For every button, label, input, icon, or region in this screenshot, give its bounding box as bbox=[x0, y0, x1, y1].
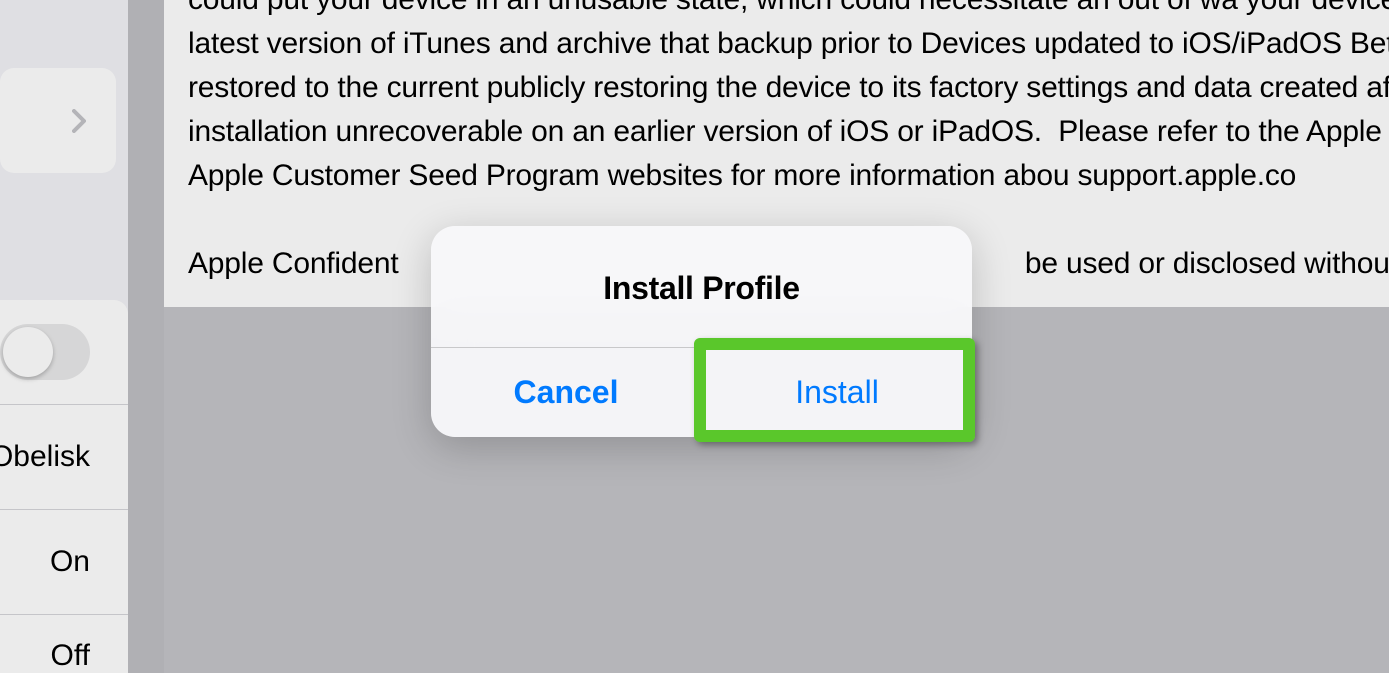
sidebar-toggle-row[interactable] bbox=[0, 300, 128, 405]
cancel-button-label: Cancel bbox=[514, 374, 619, 410]
toggle-switch[interactable] bbox=[0, 324, 90, 380]
consent-paragraph-1: could put your device in an unusable sta… bbox=[188, 0, 1389, 198]
install-button[interactable]: Install bbox=[702, 348, 972, 437]
sidebar-row-off[interactable]: Off bbox=[0, 615, 128, 673]
install-button-label: Install bbox=[795, 374, 879, 410]
cancel-button[interactable]: Cancel bbox=[431, 348, 702, 437]
dialog-button-row: Cancel Install bbox=[431, 347, 972, 437]
sidebar-row-label: Off bbox=[51, 639, 90, 673]
sidebar-row-label: Obelisk bbox=[0, 440, 90, 474]
sidebar-row-label: On bbox=[50, 545, 90, 579]
content-gutter bbox=[128, 0, 164, 673]
chevron-right-icon bbox=[72, 109, 86, 133]
sidebar-row-on[interactable]: On bbox=[0, 510, 128, 615]
dialog-title: Install Profile bbox=[431, 226, 972, 347]
settings-sidebar: Obelisk On Off bbox=[0, 0, 128, 673]
sidebar-row-obelisk[interactable]: Obelisk bbox=[0, 405, 128, 510]
sidebar-nav-row[interactable] bbox=[0, 68, 116, 173]
install-profile-dialog: Install Profile Cancel Install bbox=[431, 226, 972, 437]
toggle-knob bbox=[3, 327, 53, 377]
